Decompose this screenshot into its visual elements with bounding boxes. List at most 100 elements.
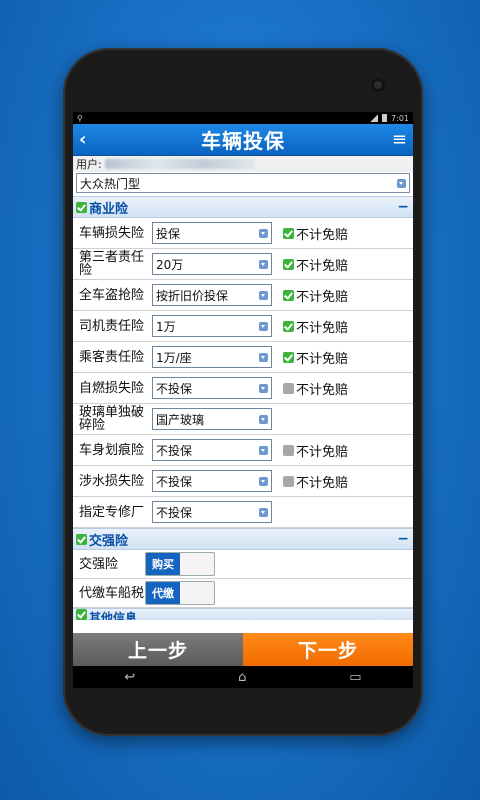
no-deductible-label: 不计免赔 bbox=[296, 289, 349, 305]
insurance-label: 涉水损失险 bbox=[79, 473, 145, 489]
coverage-value: 按折旧价投保 bbox=[156, 288, 229, 303]
coverage-select[interactable]: 不投保 bbox=[152, 377, 272, 399]
no-deductible-label: 不计免赔 bbox=[296, 444, 349, 460]
no-deductible-checkbox[interactable]: 不计免赔 bbox=[283, 348, 348, 367]
menu-icon[interactable]: ≡ bbox=[387, 129, 407, 150]
no-deductible-label: 不计免赔 bbox=[296, 258, 349, 274]
coverage-select[interactable]: 1万 bbox=[152, 315, 272, 337]
checkbox-icon[interactable] bbox=[76, 609, 87, 620]
checkbox-icon bbox=[283, 475, 294, 487]
coverage-value: 投保 bbox=[156, 226, 181, 241]
compulsory-label: 代缴车船税 bbox=[79, 585, 145, 601]
coverage-value: 不投保 bbox=[156, 381, 193, 396]
coverage-select[interactable]: 不投保 bbox=[152, 470, 272, 492]
coverage-value: 1万/座 bbox=[156, 350, 192, 365]
coverage-select[interactable]: 不投保 bbox=[152, 439, 272, 461]
coverage-select[interactable]: 国产玻璃 bbox=[152, 408, 272, 430]
checkbox-icon bbox=[283, 320, 294, 332]
next-step-button[interactable]: 下一步 bbox=[243, 633, 413, 666]
insurance-label: 第三者责任险 bbox=[79, 250, 145, 278]
insurance-row: 指定专修厂 不投保 bbox=[73, 497, 413, 528]
insurance-label: 指定专修厂 bbox=[79, 504, 145, 520]
toggle-label: 代缴 bbox=[146, 582, 180, 604]
no-deductible-label: 不计免赔 bbox=[296, 227, 349, 243]
insurance-row: 司机责任险 1万 不计免赔 bbox=[73, 311, 413, 342]
toggle-switch[interactable]: 代缴 bbox=[145, 581, 215, 605]
checkbox-icon bbox=[283, 227, 294, 239]
checkbox-icon bbox=[283, 289, 294, 301]
status-bar: ⚲ 7:01 bbox=[73, 112, 413, 124]
no-deductible-checkbox[interactable]: 不计免赔 bbox=[283, 379, 348, 398]
section-title: 商业险 bbox=[89, 201, 129, 217]
checkbox-icon[interactable] bbox=[76, 533, 87, 545]
no-deductible-checkbox[interactable]: 不计免赔 bbox=[283, 317, 348, 336]
coverage-select[interactable]: 1万/座 bbox=[152, 346, 272, 368]
vehicle-type-value: 大众热门型 bbox=[80, 176, 141, 191]
coverage-value: 不投保 bbox=[156, 505, 193, 520]
coverage-select[interactable]: 按折旧价投保 bbox=[152, 284, 272, 306]
usb-icon: ⚲ bbox=[77, 113, 83, 123]
no-deductible-checkbox[interactable]: 不计免赔 bbox=[283, 472, 348, 491]
insurance-label: 司机责任险 bbox=[79, 318, 145, 334]
no-deductible-label: 不计免赔 bbox=[296, 475, 349, 491]
nav-home-icon[interactable]: ⌂ bbox=[238, 670, 246, 685]
user-value-blurred bbox=[104, 159, 255, 169]
insurance-label: 自燃损失险 bbox=[79, 380, 145, 396]
insurance-row: 车身划痕险 不投保 不计免赔 bbox=[73, 435, 413, 466]
page-title: 车辆投保 bbox=[201, 129, 285, 153]
insurance-label: 车身划痕险 bbox=[79, 442, 145, 458]
no-deductible-checkbox[interactable]: 不计免赔 bbox=[283, 224, 348, 243]
compulsory-label: 交强险 bbox=[79, 556, 119, 572]
insurance-row: 全车盗抢险 按折旧价投保 不计免赔 bbox=[73, 280, 413, 311]
title-bar: ‹ 车辆投保 ≡ bbox=[73, 124, 413, 156]
chevron-down-icon bbox=[259, 383, 268, 393]
coverage-value: 20万 bbox=[156, 257, 184, 272]
insurance-label: 全车盗抢险 bbox=[79, 287, 145, 303]
nav-back-icon[interactable]: ↩ bbox=[124, 670, 135, 685]
checkbox-icon bbox=[283, 258, 294, 270]
insurance-label: 车辆损失险 bbox=[79, 225, 145, 241]
compulsory-row: 交强险 购买 bbox=[73, 550, 413, 579]
back-arrow-icon[interactable]: ‹ bbox=[79, 129, 99, 150]
vehicle-type-select[interactable]: 大众热门型 bbox=[76, 173, 410, 193]
coverage-select[interactable]: 投保 bbox=[152, 222, 272, 244]
insurance-row: 车辆损失险 投保 不计免赔 bbox=[73, 218, 413, 249]
section-commercial[interactable]: 商业险 − bbox=[73, 196, 413, 218]
user-row: 用户: bbox=[73, 156, 413, 172]
insurance-label: 玻璃单独破碎险 bbox=[79, 405, 145, 433]
section-compulsory[interactable]: 交强险 − bbox=[73, 528, 413, 550]
checkbox-icon bbox=[283, 351, 294, 363]
no-deductible-checkbox[interactable]: 不计免赔 bbox=[283, 286, 348, 305]
insurance-row: 乘客责任险 1万/座 不计免赔 bbox=[73, 342, 413, 373]
checkbox-icon[interactable] bbox=[76, 201, 87, 213]
nav-recent-icon[interactable]: ▭ bbox=[349, 670, 361, 685]
signal-icon bbox=[370, 114, 379, 122]
checkbox-icon bbox=[283, 382, 294, 394]
toggle-switch[interactable]: 购买 bbox=[145, 552, 215, 576]
no-deductible-label: 不计免赔 bbox=[296, 382, 349, 398]
no-deductible-checkbox[interactable]: 不计免赔 bbox=[283, 255, 348, 274]
insurance-label: 乘客责任险 bbox=[79, 349, 145, 365]
prev-step-button[interactable]: 上一步 bbox=[73, 633, 243, 666]
insurance-row: 涉水损失险 不投保 不计免赔 bbox=[73, 466, 413, 497]
section-title: 其他信息 bbox=[89, 611, 138, 620]
chevron-down-icon bbox=[259, 414, 268, 424]
form-content[interactable]: 用户: 大众热门型 商业险 − 车辆损失险 投保 不计免赔 第三者责任险 20万 不计免赔… bbox=[73, 156, 413, 633]
collapse-icon[interactable]: − bbox=[397, 531, 409, 547]
camera-icon bbox=[371, 78, 385, 92]
collapse-icon[interactable]: − bbox=[397, 199, 409, 215]
section-other[interactable]: 其他信息 bbox=[73, 608, 413, 620]
no-deductible-checkbox[interactable]: 不计免赔 bbox=[283, 441, 348, 460]
coverage-select[interactable]: 不投保 bbox=[152, 501, 272, 523]
insurance-row: 玻璃单独破碎险 国产玻璃 bbox=[73, 404, 413, 435]
chevron-down-icon bbox=[259, 507, 268, 517]
chevron-down-icon bbox=[259, 352, 268, 362]
no-deductible-label: 不计免赔 bbox=[296, 351, 349, 367]
coverage-value: 国产玻璃 bbox=[156, 412, 205, 427]
coverage-select[interactable]: 20万 bbox=[152, 253, 272, 275]
no-deductible-label: 不计免赔 bbox=[296, 320, 349, 336]
insurance-row: 第三者责任险 20万 不计免赔 bbox=[73, 249, 413, 280]
chevron-down-icon bbox=[397, 178, 406, 188]
checkbox-icon bbox=[283, 444, 294, 456]
chevron-down-icon bbox=[259, 476, 268, 486]
